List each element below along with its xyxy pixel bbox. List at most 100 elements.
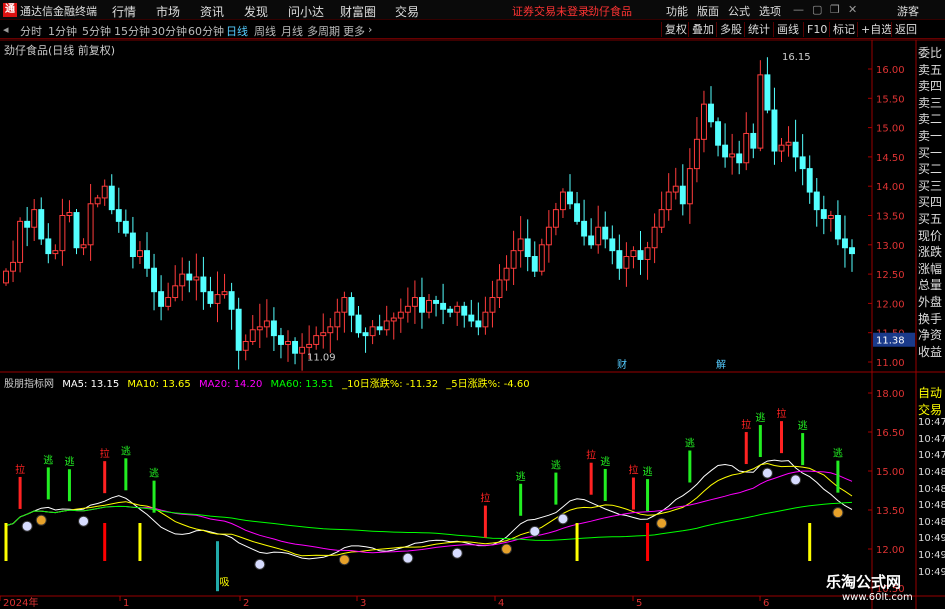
candle-body: [348, 297, 355, 316]
candle-body: [820, 209, 827, 219]
candle-body: [658, 209, 665, 228]
candle-body: [736, 153, 743, 164]
candle-body: [665, 191, 672, 211]
side-item[interactable]: 买三: [918, 177, 945, 194]
indicator-tick-label: 13.50: [876, 506, 905, 517]
candle-body: [299, 346, 306, 354]
side-item[interactable]: 涨幅: [918, 260, 945, 277]
side-item[interactable]: 换手: [918, 310, 945, 327]
side-time-item: 10:49: [918, 550, 945, 561]
escape-signal-bar: [152, 480, 156, 513]
price-tick-label: 16.00: [876, 65, 905, 76]
buy-signal-bar: [744, 432, 748, 465]
ma20-value: MA20: 14.20: [198, 379, 263, 390]
candle-body: [397, 311, 404, 319]
candle-body: [228, 291, 235, 310]
candle-body: [792, 141, 799, 158]
side-item[interactable]: 买一: [918, 144, 945, 161]
change5-value: _5日涨跌%: -4.60: [446, 379, 530, 390]
side-item[interactable]: 外盘: [918, 293, 945, 310]
ma10-line: [5, 462, 853, 557]
candle-body: [750, 132, 757, 149]
candle-body: [263, 320, 270, 328]
absorb-signal-label: 吸: [220, 577, 230, 588]
candle-body: [454, 305, 461, 313]
side-time-item: 10:48: [918, 516, 945, 528]
side-item[interactable]: 委比: [918, 44, 945, 61]
signal-extension-bar: [4, 523, 8, 561]
side-item[interactable]: 涨跌: [918, 243, 945, 260]
side-item[interactable]: 收益: [918, 343, 945, 360]
candle-body: [3, 270, 9, 284]
escape-signal-label: 逃: [516, 470, 526, 483]
side-item[interactable]: 净资: [918, 326, 945, 343]
buy-signal-bar: [103, 461, 107, 494]
low-price-label: 11.09: [307, 353, 336, 364]
x-tick-label: 3: [360, 598, 366, 609]
side-item[interactable]: 卖四: [918, 77, 945, 94]
candle-body: [87, 203, 94, 246]
candle-body: [66, 212, 73, 217]
face-icon: [402, 552, 414, 564]
candle-body: [651, 226, 658, 249]
candle-body: [813, 191, 820, 211]
indicator-title-line: 股朋指标网 MA5: 13.15 MA10: 13.65 MA20: 14.20…: [4, 375, 535, 390]
candle-body: [841, 238, 848, 249]
candle-body: [369, 326, 376, 337]
candle-body: [517, 238, 524, 252]
side-time-item: 10:48: [918, 483, 945, 495]
candle-body: [637, 250, 644, 260]
side-item[interactable]: 买四: [918, 193, 945, 210]
candle-body: [179, 273, 186, 287]
chart-canvas[interactable]: 16.1511.09财解 拉逃 逃拉 逃逃拉逃逃拉逃拉 逃逃拉逃 拉逃逃吸 16.001…: [0, 0, 945, 609]
ma5-line: [5, 459, 853, 560]
price-tick-label: 14.00: [876, 182, 905, 193]
candle-body: [806, 168, 813, 193]
side-item[interactable]: 买二: [918, 160, 945, 177]
side-item[interactable]: 现价: [918, 227, 945, 244]
candle-body: [609, 238, 616, 252]
escape-signal-label: 逃: [551, 459, 561, 472]
side-item[interactable]: 卖二: [918, 110, 945, 127]
candle-body: [411, 297, 418, 307]
candle-body: [644, 247, 651, 260]
candle-body: [235, 308, 242, 351]
side-item[interactable]: 卖三: [918, 94, 945, 111]
candle-body: [834, 215, 841, 240]
candle-body: [418, 297, 425, 313]
candle-body: [320, 332, 327, 337]
buy-signal-label: 拉: [741, 418, 751, 431]
candle-body: [616, 250, 623, 269]
side-item[interactable]: 卖一: [918, 127, 945, 144]
side-item[interactable]: 买五: [918, 210, 945, 227]
candle-body: [595, 226, 602, 246]
money-bag-icon: [656, 517, 668, 529]
side-item[interactable]: 卖五: [918, 61, 945, 78]
money-bag-icon: [832, 507, 844, 519]
candle-body: [552, 209, 559, 228]
candle-body: [17, 220, 24, 263]
side-item[interactable]: 总量: [918, 276, 945, 293]
candle-body: [73, 212, 80, 249]
candle-body: [256, 326, 263, 331]
candle-body: [559, 191, 566, 211]
side-time-item: 交易: [918, 402, 943, 417]
candle-body: [778, 144, 785, 152]
candle-body: [722, 144, 729, 158]
face-icon: [21, 520, 33, 532]
candle-body: [362, 332, 369, 337]
candle-body: [440, 302, 447, 310]
price-tick-label: 12.50: [876, 270, 905, 281]
buy-signal-bar: [18, 476, 22, 509]
high-price-label: 16.15: [782, 52, 811, 63]
candle-body: [567, 191, 573, 205]
candle-body: [383, 320, 390, 331]
candle-body: [679, 185, 686, 205]
indicator-tick-label: 16.50: [876, 428, 905, 439]
candle-body: [158, 291, 165, 307]
escape-signal-bar: [519, 483, 523, 516]
candle-body: [475, 320, 482, 328]
face-icon: [790, 474, 802, 486]
candle-body: [447, 308, 454, 313]
ma60-line: [5, 501, 853, 541]
